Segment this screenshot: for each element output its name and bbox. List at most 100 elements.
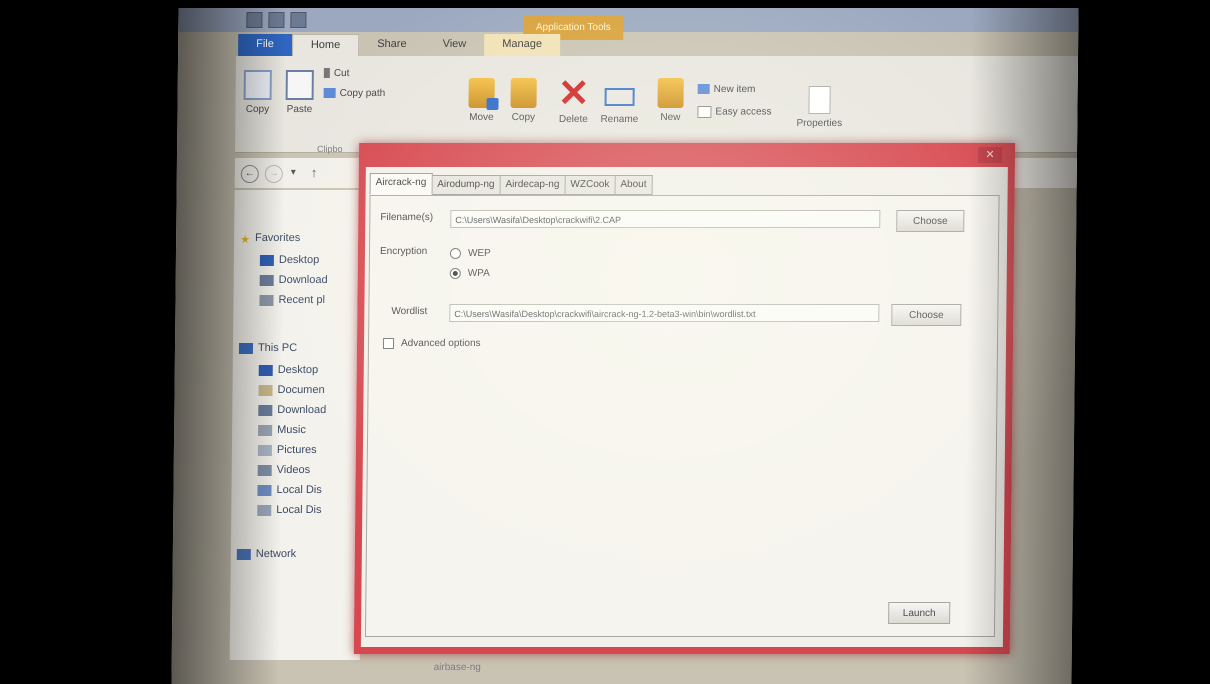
back-arrow-icon: ← bbox=[244, 168, 255, 179]
quick-access-toolbar[interactable] bbox=[246, 12, 307, 28]
sidebar-item-label: Desktop bbox=[277, 364, 319, 376]
advanced-options-label: Advanced options bbox=[400, 338, 481, 349]
new-folder-button[interactable]: New bbox=[651, 78, 689, 123]
favorites-header[interactable]: ★ Favorites bbox=[240, 232, 300, 246]
sidebar-item-local-disk-d[interactable]: Local Dis bbox=[257, 504, 322, 516]
back-button[interactable]: ← bbox=[240, 165, 259, 183]
sidebar-item-label: Download bbox=[278, 274, 328, 286]
sidebar-item-label: Music bbox=[277, 424, 306, 436]
tab-airdecap-ng[interactable]: Airdecap-ng bbox=[500, 175, 566, 195]
computer-icon bbox=[238, 342, 254, 354]
tab-file[interactable]: File bbox=[238, 34, 293, 56]
rename-label: Rename bbox=[600, 114, 639, 125]
copy-to-button[interactable]: Copy bbox=[503, 78, 543, 123]
sidebar-item-recent-places[interactable]: Recent pl bbox=[259, 294, 325, 306]
sidebar-item-desktop[interactable]: Desktop bbox=[259, 254, 319, 266]
file-list-item[interactable]: airbase-ng bbox=[434, 662, 481, 673]
pictures-icon bbox=[257, 444, 272, 456]
copy-path-label: Copy path bbox=[339, 88, 386, 99]
monitor-screen: Application Tools File Home Share View M… bbox=[171, 8, 1079, 684]
ribbon: Copy Paste Cut Copy path Clipbo Move Cop… bbox=[235, 56, 1079, 154]
aircrack-panel: Filename(s) C:\Users\Wasifa\Desktop\crac… bbox=[364, 195, 1000, 637]
tab-view[interactable]: View bbox=[424, 34, 484, 56]
dialog-tabs: Aircrack-ng Airodump-ng Airdecap-ng WZCo… bbox=[369, 173, 653, 195]
tab-home[interactable]: Home bbox=[291, 34, 360, 56]
forward-button[interactable]: → bbox=[264, 165, 283, 183]
sidebar-item-videos[interactable]: Videos bbox=[257, 464, 311, 476]
delete-button[interactable]: ✕ Delete bbox=[553, 73, 593, 125]
delete-x-icon: ✕ bbox=[557, 73, 590, 115]
filenames-field[interactable]: C:\Users\Wasifa\Desktop\crackwifi\2.CAP bbox=[450, 210, 881, 228]
this-pc-header[interactable]: This PC bbox=[238, 342, 297, 354]
tab-wzcook[interactable]: WZCook bbox=[565, 175, 616, 195]
videos-icon bbox=[257, 464, 272, 476]
choose-filenames-button[interactable]: Choose bbox=[896, 210, 965, 232]
wep-label: WEP bbox=[467, 248, 491, 259]
downloads-icon bbox=[259, 274, 274, 286]
sidebar-item-local-disk-c[interactable]: Local Dis bbox=[257, 484, 322, 496]
easy-access-button[interactable]: Easy access bbox=[697, 106, 772, 118]
tab-manage[interactable]: Manage bbox=[484, 34, 561, 56]
wep-radio[interactable] bbox=[449, 248, 462, 259]
drive-icon bbox=[257, 484, 272, 496]
network-label: Network bbox=[255, 548, 297, 560]
choose-wordlist-button[interactable]: Choose bbox=[891, 304, 962, 326]
close-button[interactable]: ✕ bbox=[977, 147, 1003, 163]
filenames-label: Filename(s) bbox=[380, 212, 434, 223]
move-folder-icon bbox=[468, 78, 495, 108]
sidebar-item-label: Local Dis bbox=[276, 504, 322, 516]
sidebar-item-label: Videos bbox=[276, 464, 311, 476]
new-label: New bbox=[660, 112, 681, 123]
up-arrow-icon[interactable]: ↑ bbox=[311, 165, 318, 180]
music-icon bbox=[258, 424, 273, 436]
copy-path-button[interactable]: Copy path bbox=[323, 88, 386, 99]
wpa-label: WPA bbox=[467, 268, 490, 279]
launch-button[interactable]: Launch bbox=[888, 602, 951, 624]
sidebar-item-label: Local Dis bbox=[276, 484, 322, 496]
wordlist-label: Wordlist bbox=[391, 306, 428, 317]
new-item-icon bbox=[697, 84, 710, 95]
close-icon: ✕ bbox=[985, 149, 995, 161]
tab-airodump-ng[interactable]: Airodump-ng bbox=[432, 175, 501, 195]
sidebar-item-label: Download bbox=[277, 404, 327, 416]
paste-button[interactable]: Paste bbox=[281, 70, 317, 115]
tab-about[interactable]: About bbox=[615, 175, 653, 195]
star-icon: ★ bbox=[240, 233, 251, 246]
easy-access-icon bbox=[697, 106, 712, 118]
tab-aircrack-ng[interactable]: Aircrack-ng bbox=[369, 173, 433, 195]
sidebar-item-pc-downloads[interactable]: Download bbox=[258, 404, 326, 416]
drive-icon bbox=[257, 504, 272, 516]
paste-icon bbox=[285, 70, 314, 100]
forward-arrow-icon: → bbox=[268, 168, 279, 179]
rename-button[interactable]: Rename bbox=[597, 78, 641, 125]
recent-locations-icon[interactable]: ▾ bbox=[291, 167, 296, 178]
explorer-titlebar bbox=[178, 8, 1079, 32]
sidebar-item-downloads[interactable]: Download bbox=[259, 274, 328, 286]
rename-icon bbox=[604, 88, 635, 106]
tab-share[interactable]: Share bbox=[359, 34, 425, 56]
cut-label: Cut bbox=[333, 68, 350, 79]
new-item-button[interactable]: New item bbox=[697, 84, 755, 95]
recent-places-icon bbox=[259, 294, 274, 306]
copy-to-label: Copy bbox=[511, 112, 536, 123]
sidebar-item-documents[interactable]: Documen bbox=[258, 384, 325, 396]
network-header[interactable]: Network bbox=[236, 548, 297, 560]
properties-icon bbox=[808, 86, 831, 114]
move-label: Move bbox=[469, 112, 494, 123]
wpa-radio[interactable] bbox=[449, 268, 461, 279]
advanced-options-checkbox[interactable] bbox=[382, 338, 395, 349]
cut-button[interactable]: Cut bbox=[323, 68, 350, 79]
downloads-icon bbox=[258, 404, 273, 416]
wordlist-field[interactable]: C:\Users\Wasifa\Desktop\crackwifi\aircra… bbox=[449, 304, 880, 322]
properties-button[interactable]: Properties bbox=[791, 86, 847, 129]
documents-icon bbox=[258, 384, 273, 396]
copy-label: Copy bbox=[245, 104, 270, 115]
desktop-icon bbox=[258, 364, 273, 376]
clipboard-group-label: Clipbo bbox=[317, 144, 343, 154]
sidebar-item-pictures[interactable]: Pictures bbox=[257, 444, 317, 456]
copy-button[interactable]: Copy bbox=[239, 70, 275, 115]
sidebar-item-pc-desktop[interactable]: Desktop bbox=[258, 364, 319, 376]
move-to-button[interactable]: Move bbox=[461, 78, 501, 123]
desktop-icon bbox=[259, 254, 274, 266]
sidebar-item-music[interactable]: Music bbox=[258, 424, 306, 436]
